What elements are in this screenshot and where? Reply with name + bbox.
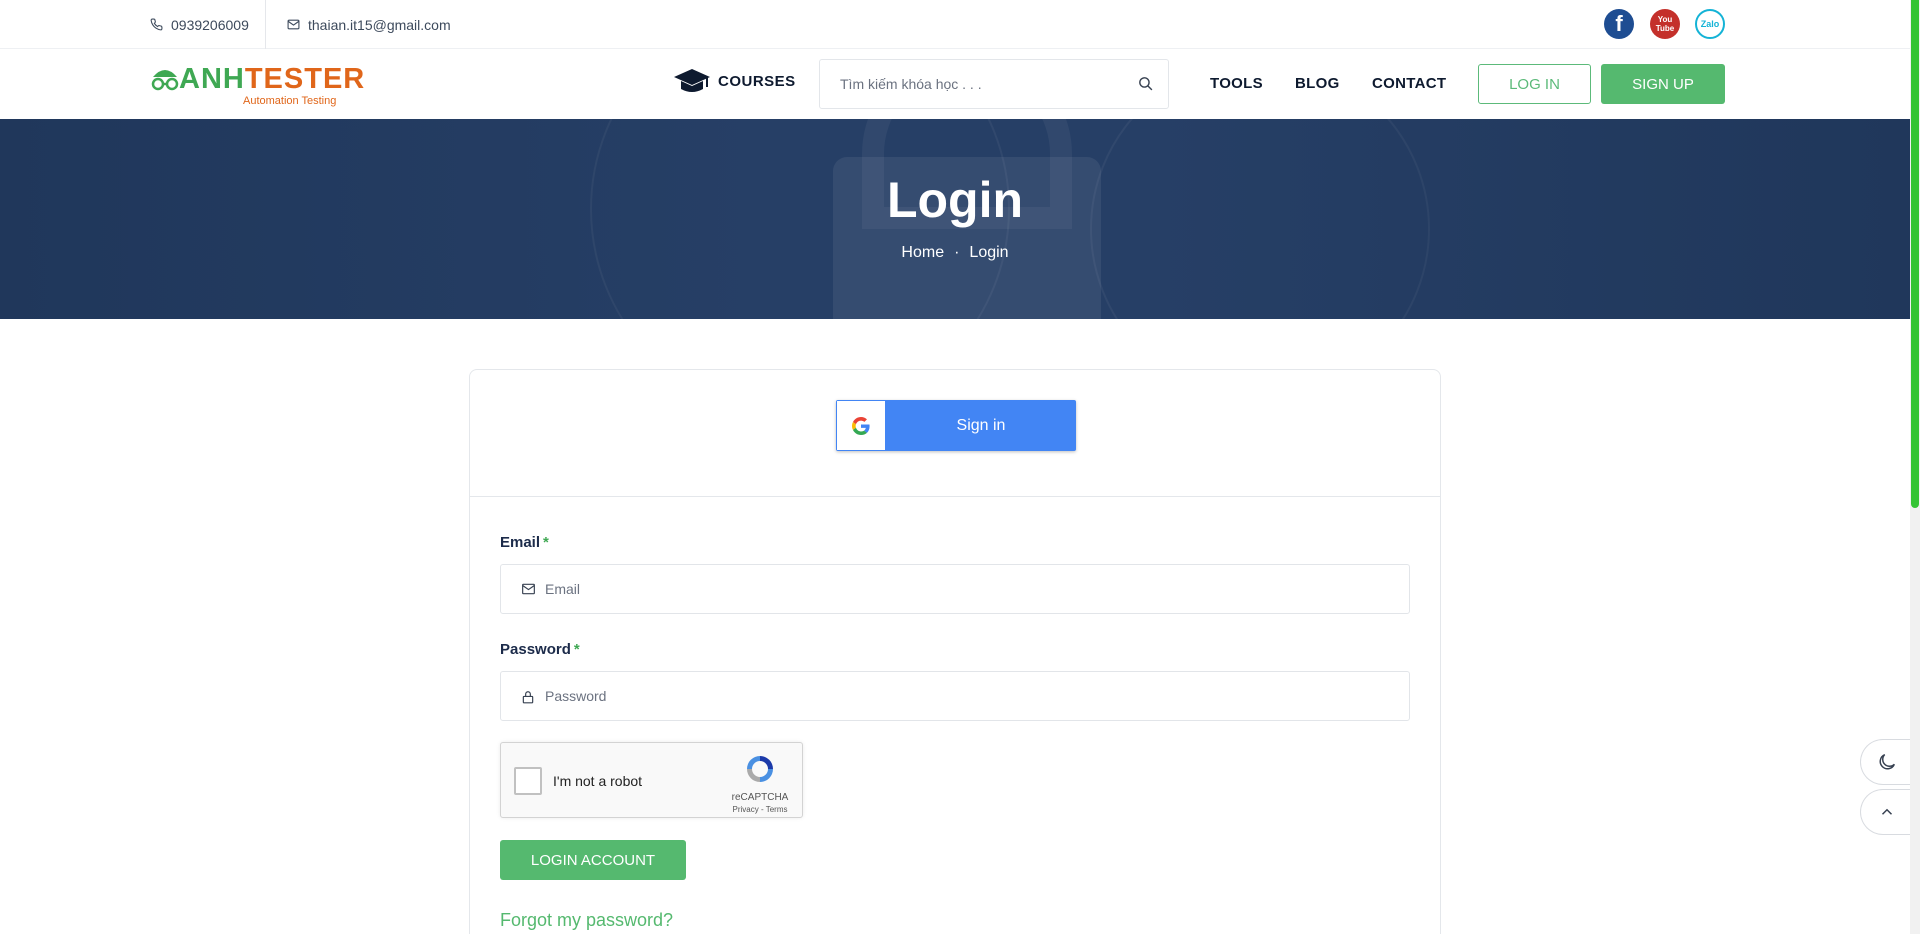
zalo-glyph: Zalo bbox=[1700, 19, 1720, 29]
courses-label: COURSES bbox=[718, 72, 796, 90]
password-label-text: Password bbox=[500, 641, 571, 658]
course-search bbox=[819, 59, 1169, 109]
courses-menu[interactable]: COURSES bbox=[672, 67, 796, 95]
recaptcha-links[interactable]: Privacy - Terms bbox=[730, 805, 790, 814]
scrollbar-thumb[interactable] bbox=[1911, 0, 1919, 508]
login-card: Sign in Email* Password* I'm not a robot… bbox=[469, 369, 1441, 934]
google-logo-box bbox=[837, 401, 885, 450]
email-label-text: Email bbox=[500, 534, 541, 551]
password-field bbox=[500, 671, 1410, 721]
signup-button[interactable]: SIGN UP bbox=[1601, 64, 1725, 104]
mail-icon bbox=[287, 19, 300, 30]
password-input[interactable] bbox=[545, 672, 1395, 720]
email-address: thaian.it15@gmail.com bbox=[308, 16, 451, 33]
login-account-button[interactable]: LOGIN ACCOUNT bbox=[500, 840, 686, 880]
logo-tagline: Automation Testing bbox=[243, 95, 337, 107]
breadcrumb-home[interactable]: Home bbox=[901, 244, 944, 262]
nav-tools[interactable]: TOOLS bbox=[1210, 75, 1263, 92]
email-field bbox=[500, 564, 1410, 614]
email-contact[interactable]: thaian.it15@gmail.com bbox=[287, 0, 451, 49]
moon-icon bbox=[1879, 753, 1895, 770]
email-input[interactable] bbox=[545, 565, 1395, 613]
recaptcha-text: I'm not a robot bbox=[553, 773, 643, 789]
recaptcha-brand: reCAPTCHA bbox=[731, 792, 789, 803]
search-input[interactable] bbox=[820, 60, 1120, 108]
page-banner: Login Home · Login bbox=[0, 119, 1910, 319]
logo-glasses-icon bbox=[151, 70, 179, 91]
facebook-icon[interactable]: f bbox=[1604, 9, 1634, 39]
site-logo[interactable]: ANHTESTER Automation Testing bbox=[149, 63, 364, 109]
recaptcha-icon bbox=[747, 756, 773, 782]
nav-contact[interactable]: CONTACT bbox=[1372, 75, 1446, 92]
social-login-section: Sign in bbox=[470, 370, 1440, 497]
search-icon[interactable] bbox=[1137, 75, 1154, 92]
scroll-to-top-button[interactable] bbox=[1860, 789, 1912, 835]
facebook-glyph: f bbox=[1615, 11, 1623, 36]
mail-icon bbox=[522, 583, 535, 595]
email-required-mark: * bbox=[543, 534, 549, 551]
forgot-password-link[interactable]: Forgot my password? bbox=[500, 910, 673, 931]
logo-word-tester: TESTER bbox=[244, 63, 366, 95]
youtube-glyph-top: You bbox=[1657, 15, 1673, 24]
logo-wordmark: ANHTESTER bbox=[179, 63, 365, 96]
zalo-icon[interactable]: Zalo bbox=[1695, 9, 1725, 39]
breadcrumb-separator: · bbox=[954, 244, 960, 261]
logo-word-anh: ANH bbox=[179, 63, 245, 95]
lock-icon bbox=[522, 691, 534, 704]
page-title: Login bbox=[886, 172, 1024, 228]
password-required-mark: * bbox=[573, 641, 580, 658]
password-label: Password * bbox=[500, 641, 580, 658]
main-header: ANHTESTER Automation Testing COURSES TOO… bbox=[0, 49, 1910, 119]
phone-icon bbox=[150, 18, 163, 31]
breadcrumb: Home · Login bbox=[0, 244, 1910, 262]
youtube-icon[interactable]: You Tube bbox=[1650, 9, 1680, 39]
youtube-glyph-bottom: Tube bbox=[1655, 24, 1675, 33]
google-sign-in-button[interactable]: Sign in bbox=[836, 400, 1076, 451]
chevron-up-icon bbox=[1881, 808, 1892, 815]
recaptcha-widget: I'm not a robot reCAPTCHA Privacy - Term… bbox=[500, 742, 803, 818]
dark-mode-toggle[interactable] bbox=[1860, 739, 1912, 785]
recaptcha-logo: reCAPTCHA Privacy - Terms bbox=[730, 753, 790, 814]
phone-contact[interactable]: 0939206009 bbox=[150, 0, 266, 49]
breadcrumb-current: Login bbox=[969, 244, 1009, 261]
phone-number: 0939206009 bbox=[171, 16, 249, 33]
google-icon bbox=[852, 416, 870, 435]
graduation-cap-icon bbox=[674, 69, 710, 92]
top-bar: 0939206009 thaian.it15@gmail.com f You T… bbox=[0, 0, 1910, 49]
nav-blog[interactable]: BLOG bbox=[1295, 75, 1340, 92]
email-label: Email * bbox=[500, 534, 549, 551]
google-sign-in-label: Sign in bbox=[956, 416, 1006, 434]
recaptcha-checkbox[interactable] bbox=[514, 767, 542, 795]
login-button[interactable]: LOG IN bbox=[1478, 64, 1591, 104]
